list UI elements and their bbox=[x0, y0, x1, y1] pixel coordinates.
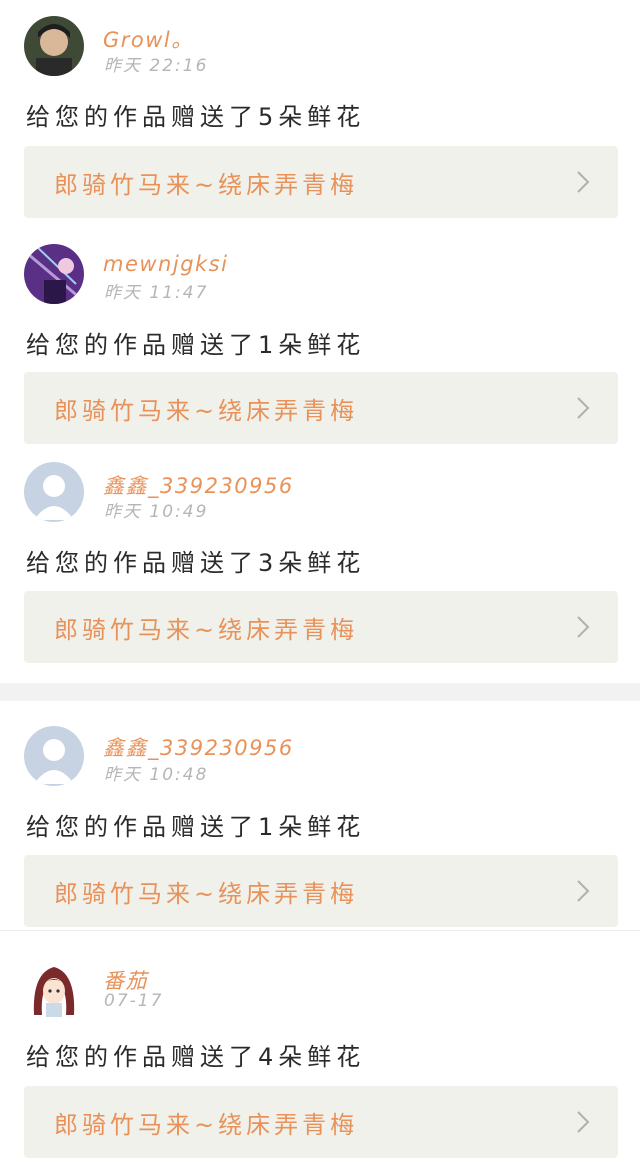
photo-avatar-icon[interactable] bbox=[24, 16, 84, 76]
timestamp: 昨天 10:48 bbox=[104, 765, 209, 785]
work-title: 郎骑竹马来~绕床弄青梅 bbox=[54, 1111, 359, 1139]
notification-item: Growl。 昨天 22:16 给您的作品赠送了5朵鲜花 郎骑竹马来~绕床弄青梅 bbox=[0, 0, 640, 232]
username[interactable]: 鑫鑫_339230956 bbox=[103, 732, 294, 762]
work-link-card[interactable]: 郎骑竹马来~绕床弄青梅 bbox=[24, 855, 618, 927]
work-title: 郎骑竹马来~绕床弄青梅 bbox=[54, 171, 359, 199]
username[interactable]: Growl。 bbox=[103, 24, 194, 54]
chevron-right-icon bbox=[577, 1111, 590, 1133]
work-link-card[interactable]: 郎骑竹马来~绕床弄青梅 bbox=[24, 591, 618, 663]
gift-message: 给您的作品赠送了1朵鲜花 bbox=[26, 331, 366, 359]
notification-item: 鑫鑫_339230956 昨天 10:48 给您的作品赠送了1朵鲜花 郎骑竹马来… bbox=[0, 701, 640, 930]
section-divider bbox=[0, 683, 640, 701]
chevron-right-icon bbox=[577, 397, 590, 419]
chevron-right-icon bbox=[577, 616, 590, 638]
timestamp: 昨天 11:47 bbox=[104, 283, 209, 303]
gift-message: 给您的作品赠送了1朵鲜花 bbox=[26, 813, 366, 841]
gift-message: 给您的作品赠送了3朵鲜花 bbox=[26, 549, 366, 577]
username[interactable]: mewnjgksi bbox=[103, 252, 228, 276]
gift-message: 给您的作品赠送了4朵鲜花 bbox=[26, 1043, 366, 1071]
notification-item: 鑫鑫_339230956 昨天 10:49 给您的作品赠送了3朵鲜花 郎骑竹马来… bbox=[0, 454, 640, 683]
timestamp: 昨天 22:16 bbox=[104, 56, 209, 76]
anime-girl-avatar-icon[interactable] bbox=[24, 959, 84, 1019]
work-link-card[interactable]: 郎骑竹马来~绕床弄青梅 bbox=[24, 1086, 618, 1158]
default-user-avatar-icon[interactable] bbox=[24, 726, 84, 786]
timestamp: 昨天 10:49 bbox=[104, 502, 209, 522]
default-user-avatar-icon[interactable] bbox=[24, 462, 84, 522]
chevron-right-icon bbox=[577, 171, 590, 193]
work-link-card[interactable]: 郎骑竹马来~绕床弄青梅 bbox=[24, 372, 618, 444]
work-title: 郎骑竹马来~绕床弄青梅 bbox=[54, 880, 359, 908]
username[interactable]: 鑫鑫_339230956 bbox=[103, 470, 294, 500]
purple-photo-avatar-icon[interactable] bbox=[24, 244, 84, 304]
work-title: 郎骑竹马来~绕床弄青梅 bbox=[54, 616, 359, 644]
timestamp: 07-17 bbox=[104, 991, 164, 1011]
notification-item: mewnjgksi 昨天 11:47 给您的作品赠送了1朵鲜花 郎骑竹马来~绕床… bbox=[0, 232, 640, 454]
work-title: 郎骑竹马来~绕床弄青梅 bbox=[54, 397, 359, 425]
chevron-right-icon bbox=[577, 880, 590, 902]
notification-item: 番茄 07-17 给您的作品赠送了4朵鲜花 郎骑竹马来~绕床弄青梅 bbox=[0, 931, 640, 1172]
work-link-card[interactable]: 郎骑竹马来~绕床弄青梅 bbox=[24, 146, 618, 218]
gift-message: 给您的作品赠送了5朵鲜花 bbox=[26, 103, 366, 131]
